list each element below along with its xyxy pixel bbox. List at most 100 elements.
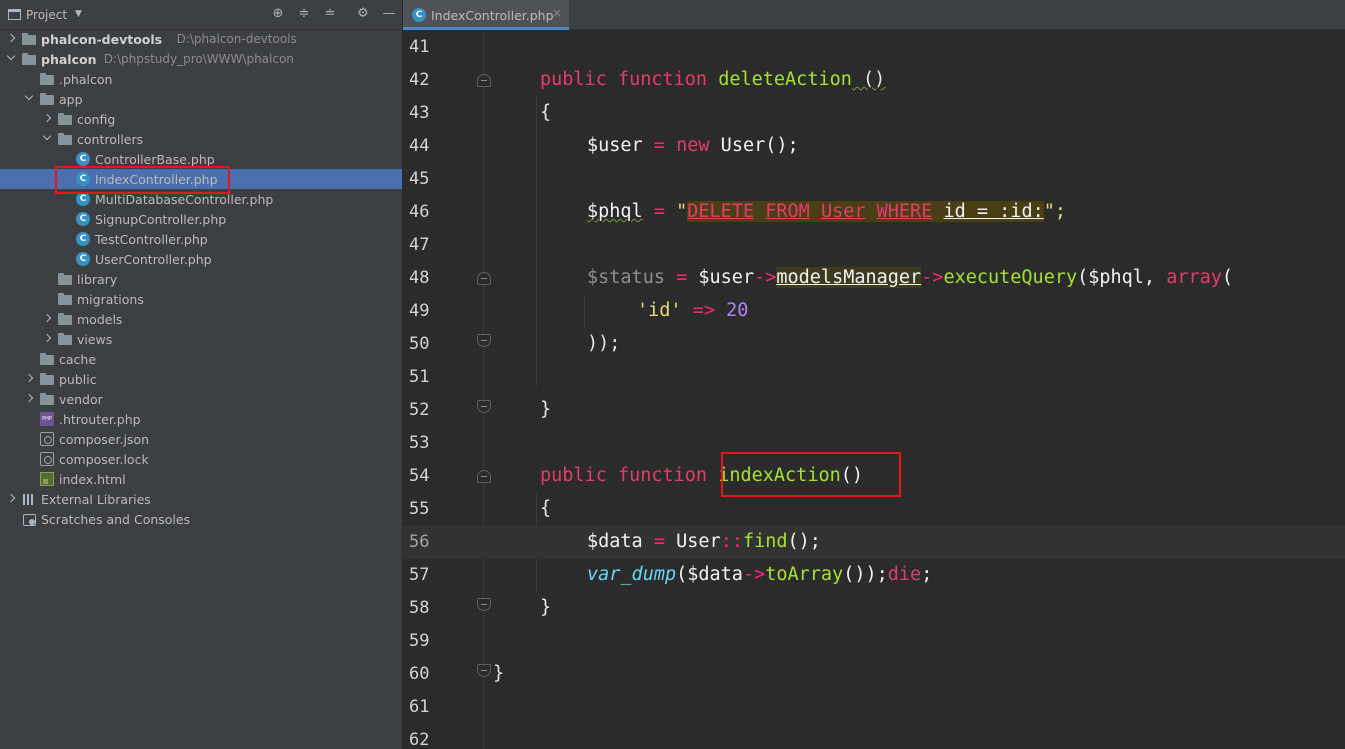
tree-item[interactable]: config [0, 109, 402, 129]
folder-icon [58, 272, 72, 286]
tree-item[interactable]: phalcon-devtools D:\phalcon-devtools [0, 29, 402, 49]
fold-marker-icon[interactable] [477, 272, 491, 285]
line-number: 48 [409, 268, 430, 288]
tree-item[interactable]: PHP .htrouter.php [0, 409, 402, 429]
collapse-all-icon[interactable]: ≐ [322, 6, 338, 22]
project-toolbar: Project ▼ ⊕ ≑ ≐ ⚙ — [0, 0, 402, 30]
chevron-down-icon[interactable]: ▼ [75, 9, 82, 19]
tree-item[interactable]: library [0, 269, 402, 289]
tree-item[interactable]: Scratches and Consoles [0, 509, 402, 529]
editor-line: 56 [403, 526, 1345, 559]
chevron-right-icon[interactable] [24, 373, 34, 385]
folder-icon [40, 72, 54, 86]
folder-icon [22, 32, 36, 46]
fold-marker-icon[interactable] [477, 74, 491, 87]
php-class-icon: C [76, 252, 90, 266]
tree-item-label: External Libraries [41, 492, 151, 507]
tree-item-label: cache [59, 352, 97, 367]
line-number: 56 [409, 532, 430, 552]
code-line-58: } [540, 597, 552, 618]
tree-item-label: vendor [59, 392, 103, 407]
tree-item[interactable]: index.html [0, 469, 402, 489]
fold-marker-icon[interactable] [477, 334, 491, 347]
chevron-right-icon[interactable] [42, 113, 52, 125]
project-icon [8, 9, 21, 20]
tree-item[interactable]: controllers [0, 129, 402, 149]
tree-item-label: migrations [77, 292, 144, 307]
tree-item[interactable]: C TestController.php [0, 229, 402, 249]
code-line-48: $status = $user->modelsManager->executeQ… [587, 267, 1234, 288]
folder-icon [58, 292, 72, 306]
code-line-46: $phql = "DELETE FROM User WHERE id = :id… [587, 201, 1067, 222]
annotation-box-sidebar [55, 166, 230, 194]
code-line-60: } [493, 663, 505, 684]
line-number: 54 [409, 466, 430, 486]
chevron-right-icon[interactable] [6, 493, 16, 505]
tree-item-label: config [77, 112, 116, 127]
config-file-icon [40, 452, 54, 466]
tab-label: IndexController.php [431, 8, 554, 23]
editor-line: 41 [403, 31, 1345, 64]
tree-item[interactable]: .phalcon [0, 69, 402, 89]
tree-item[interactable]: C UserController.php [0, 249, 402, 269]
php-class-icon: C [76, 212, 90, 226]
close-icon[interactable]: × [552, 6, 562, 20]
fold-marker-icon[interactable] [477, 664, 491, 677]
scratch-icon [22, 512, 36, 526]
editor-line: 45 [403, 163, 1345, 196]
tree-item[interactable]: views [0, 329, 402, 349]
line-number: 55 [409, 499, 430, 519]
tree-item-label: SignupController.php [95, 212, 227, 227]
tree-item-label: library [77, 272, 118, 287]
chevron-right-icon[interactable] [42, 313, 52, 325]
line-number: 61 [409, 697, 430, 717]
minimize-icon[interactable]: — [381, 6, 397, 22]
tree-item[interactable]: public [0, 369, 402, 389]
chevron-down-icon[interactable] [42, 133, 52, 145]
line-number: 43 [409, 103, 430, 123]
editor-line: 47 [403, 229, 1345, 262]
tree-item[interactable]: vendor [0, 389, 402, 409]
tree-item[interactable]: models [0, 309, 402, 329]
locate-icon[interactable]: ⊕ [270, 6, 286, 22]
line-number: 46 [409, 202, 430, 222]
chevron-right-icon[interactable] [24, 393, 34, 405]
tree-item-label: .phalcon [59, 72, 113, 87]
tree-item-label: composer.json [59, 432, 150, 447]
line-number: 49 [409, 301, 430, 321]
tree-item[interactable]: composer.lock [0, 449, 402, 469]
editor-line: 50 [403, 328, 1345, 361]
tree-item[interactable]: cache [0, 349, 402, 369]
folder-icon [40, 92, 54, 106]
annotation-box-editor [721, 452, 901, 497]
tree-item[interactable]: migrations [0, 289, 402, 309]
fold-marker-icon[interactable] [477, 400, 491, 413]
editor-line: 60 [403, 658, 1345, 691]
line-number: 42 [409, 70, 430, 90]
tree-item-label: phalcon-devtools [41, 32, 163, 47]
chevron-right-icon[interactable] [42, 333, 52, 345]
gear-icon[interactable]: ⚙ [355, 6, 371, 22]
tree-item[interactable]: C SignupController.php [0, 209, 402, 229]
tree-item[interactable]: External Libraries [0, 489, 402, 509]
fold-marker-icon[interactable] [477, 470, 491, 483]
tree-item[interactable]: phalcon D:\phpstudy_pro\WWW\phalcon [0, 49, 402, 69]
editor-line: 61 [403, 691, 1345, 724]
code-editor[interactable]: 41 42 43 44 45 46 47 48 49 50 51 52 53 54 55 56 57 58 59 60… [403, 31, 1345, 749]
tree-item[interactable]: composer.json [0, 429, 402, 449]
tree-item-path: D:\phpstudy_pro\WWW\phalcon [103, 52, 294, 66]
fold-marker-icon[interactable] [477, 598, 491, 611]
php-class-icon: C [76, 152, 90, 166]
tab-index-controller[interactable]: C IndexController.php × [403, 0, 569, 30]
chevron-down-icon[interactable] [6, 53, 16, 65]
project-view-selector[interactable]: Project [26, 8, 67, 22]
tree-item-label: index.html [59, 472, 126, 487]
expand-all-icon[interactable]: ≑ [296, 6, 312, 22]
line-number: 59 [409, 631, 430, 651]
tree-item[interactable]: app [0, 89, 402, 109]
line-number: 50 [409, 334, 430, 354]
php-file-icon: PHP [40, 412, 54, 426]
folder-icon [40, 372, 54, 386]
chevron-right-icon[interactable] [6, 33, 16, 45]
chevron-down-icon[interactable] [24, 93, 34, 105]
